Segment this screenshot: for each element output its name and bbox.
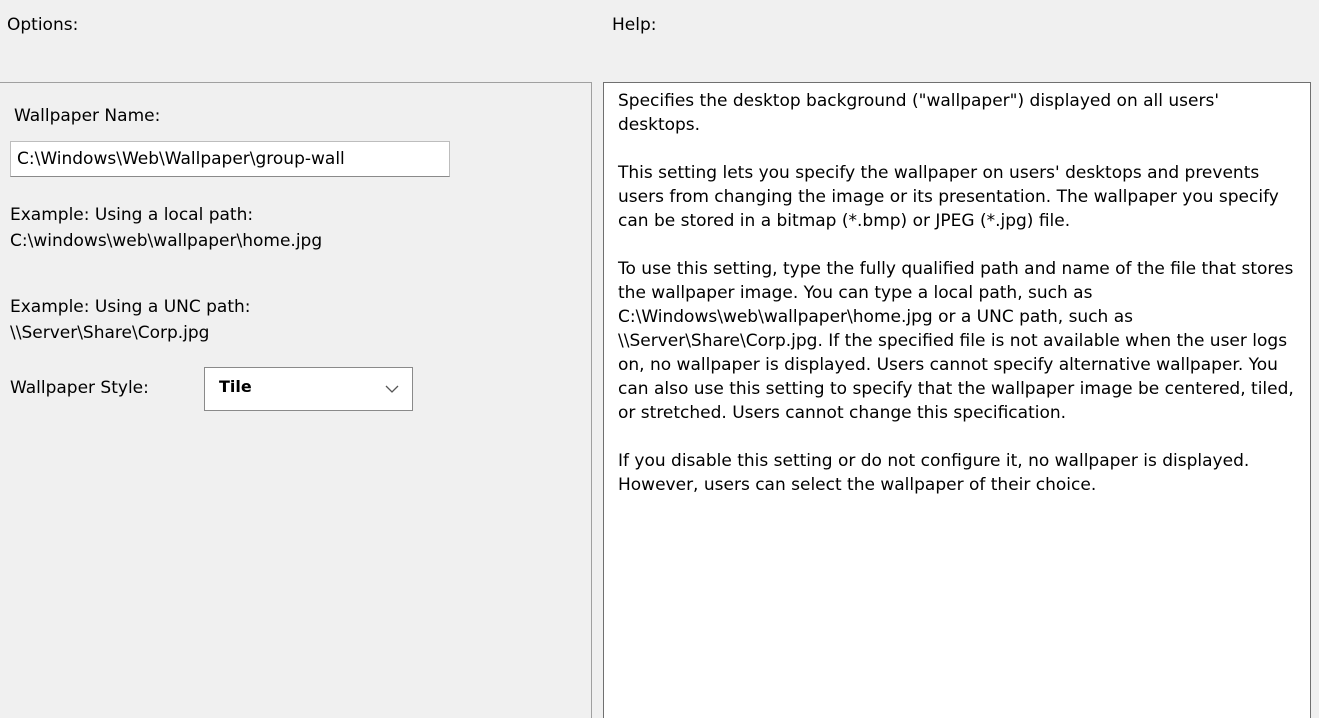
- example-unc-path: \\Server\Share\Corp.jpg: [10, 323, 210, 343]
- wallpaper-style-label: Wallpaper Style:: [10, 378, 149, 398]
- example-local-path: C:\windows\web\wallpaper\home.jpg: [10, 231, 323, 251]
- example-unc-label: Example: Using a UNC path:: [10, 297, 251, 317]
- wallpaper-style-value: Tile: [219, 377, 252, 396]
- help-text: Specifies the desktop background ("wallp…: [618, 91, 1294, 495]
- example-local-label: Example: Using a local path:: [10, 205, 254, 225]
- wallpaper-name-label: Wallpaper Name:: [14, 106, 161, 126]
- options-header: Options:: [7, 15, 79, 35]
- help-header: Help:: [612, 15, 657, 35]
- chevron-down-icon: [385, 385, 399, 393]
- help-panel: Specifies the desktop background ("wallp…: [603, 82, 1311, 718]
- wallpaper-name-input[interactable]: C:\Windows\Web\Wallpaper\group-wall: [10, 141, 450, 177]
- wallpaper-style-select[interactable]: Tile: [204, 367, 413, 411]
